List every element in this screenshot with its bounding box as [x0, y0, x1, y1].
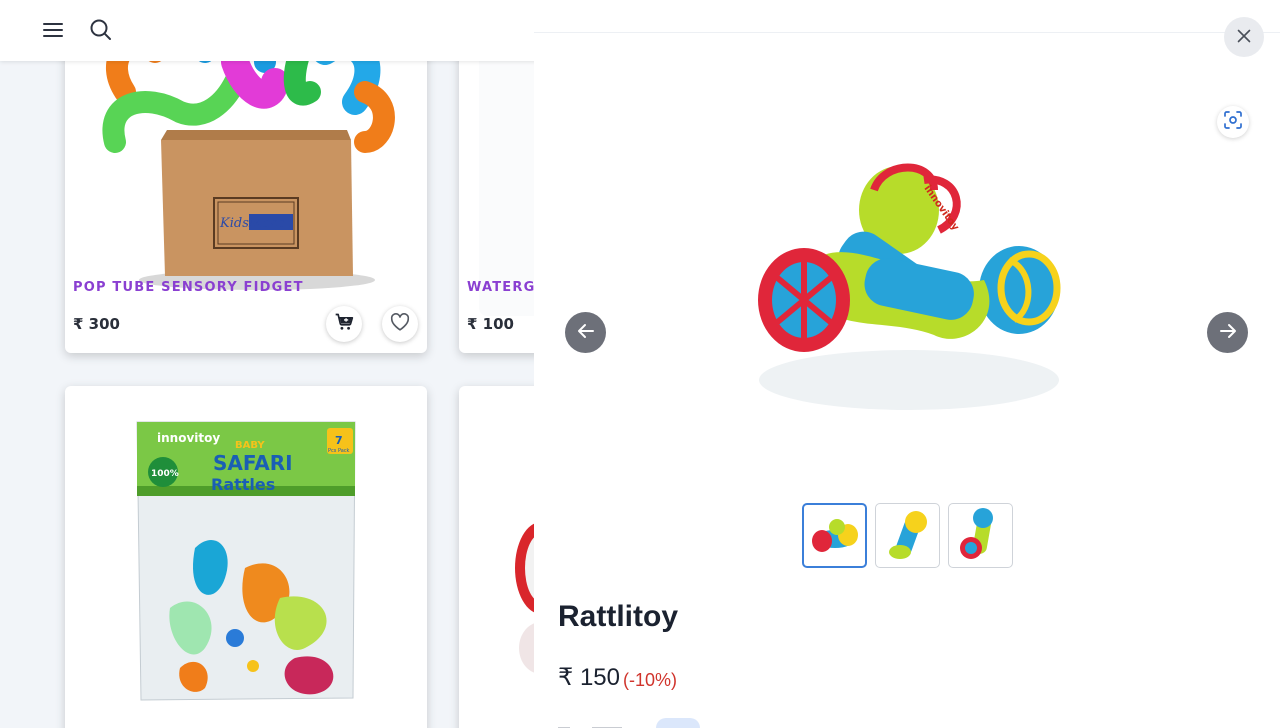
heart-icon	[389, 311, 411, 337]
package-badge: 100%	[151, 469, 179, 479]
package-brand: innovitoy	[157, 431, 220, 445]
package-title-line3: Rattles	[211, 475, 275, 494]
box-brand-text: KidsMandi	[219, 216, 291, 231]
cart-icon	[334, 312, 354, 336]
previous-image-button[interactable]	[565, 312, 606, 353]
hamburger-menu-icon[interactable]	[40, 17, 66, 43]
product-image[interactable]: innovitoy BABY SAFARI Rattles 100% 7 Pcs…	[85, 398, 407, 720]
option-chip[interactable]	[656, 718, 700, 728]
search-icon[interactable]	[88, 17, 114, 43]
scan-focus-icon	[1223, 110, 1243, 134]
thumbnail-3[interactable]	[948, 503, 1013, 568]
close-button[interactable]	[1224, 17, 1264, 57]
package-piece-label: Pcs Pack	[328, 448, 350, 454]
close-icon	[1237, 28, 1251, 47]
product-price: ₹ 150	[558, 664, 620, 691]
wishlist-button[interactable]	[382, 306, 418, 342]
package-piece-count: 7	[335, 434, 343, 447]
package-title-line2: SAFARI	[213, 451, 293, 475]
arrow-right-icon	[1218, 321, 1238, 345]
drawer-divider	[534, 32, 1280, 33]
thumbnail-1[interactable]	[802, 503, 867, 568]
product-detail-drawer: innovitoy Rattlitoy ₹ 150 (-10%)	[534, 0, 1280, 728]
product-price: ₹ 300	[73, 315, 120, 333]
arrow-left-icon	[576, 321, 596, 345]
next-image-button[interactable]	[1207, 312, 1248, 353]
package-title-line1: BABY	[235, 440, 265, 451]
zoom-scan-button[interactable]	[1217, 106, 1249, 138]
main-product-image[interactable]: innovitoy	[734, 120, 1094, 440]
next-row-text	[558, 718, 628, 728]
thumbnail-2[interactable]	[875, 503, 940, 568]
add-to-cart-button[interactable]	[326, 306, 362, 342]
product-name: Rattlitoy	[558, 600, 678, 633]
product-price: ₹ 100	[467, 315, 514, 333]
product-title[interactable]: POP TUBE SENSORY FIDGET	[73, 280, 304, 295]
product-card[interactable]: innovitoy BABY SAFARI Rattles 100% 7 Pcs…	[65, 386, 427, 728]
discount-label: (-10%)	[623, 670, 678, 690]
